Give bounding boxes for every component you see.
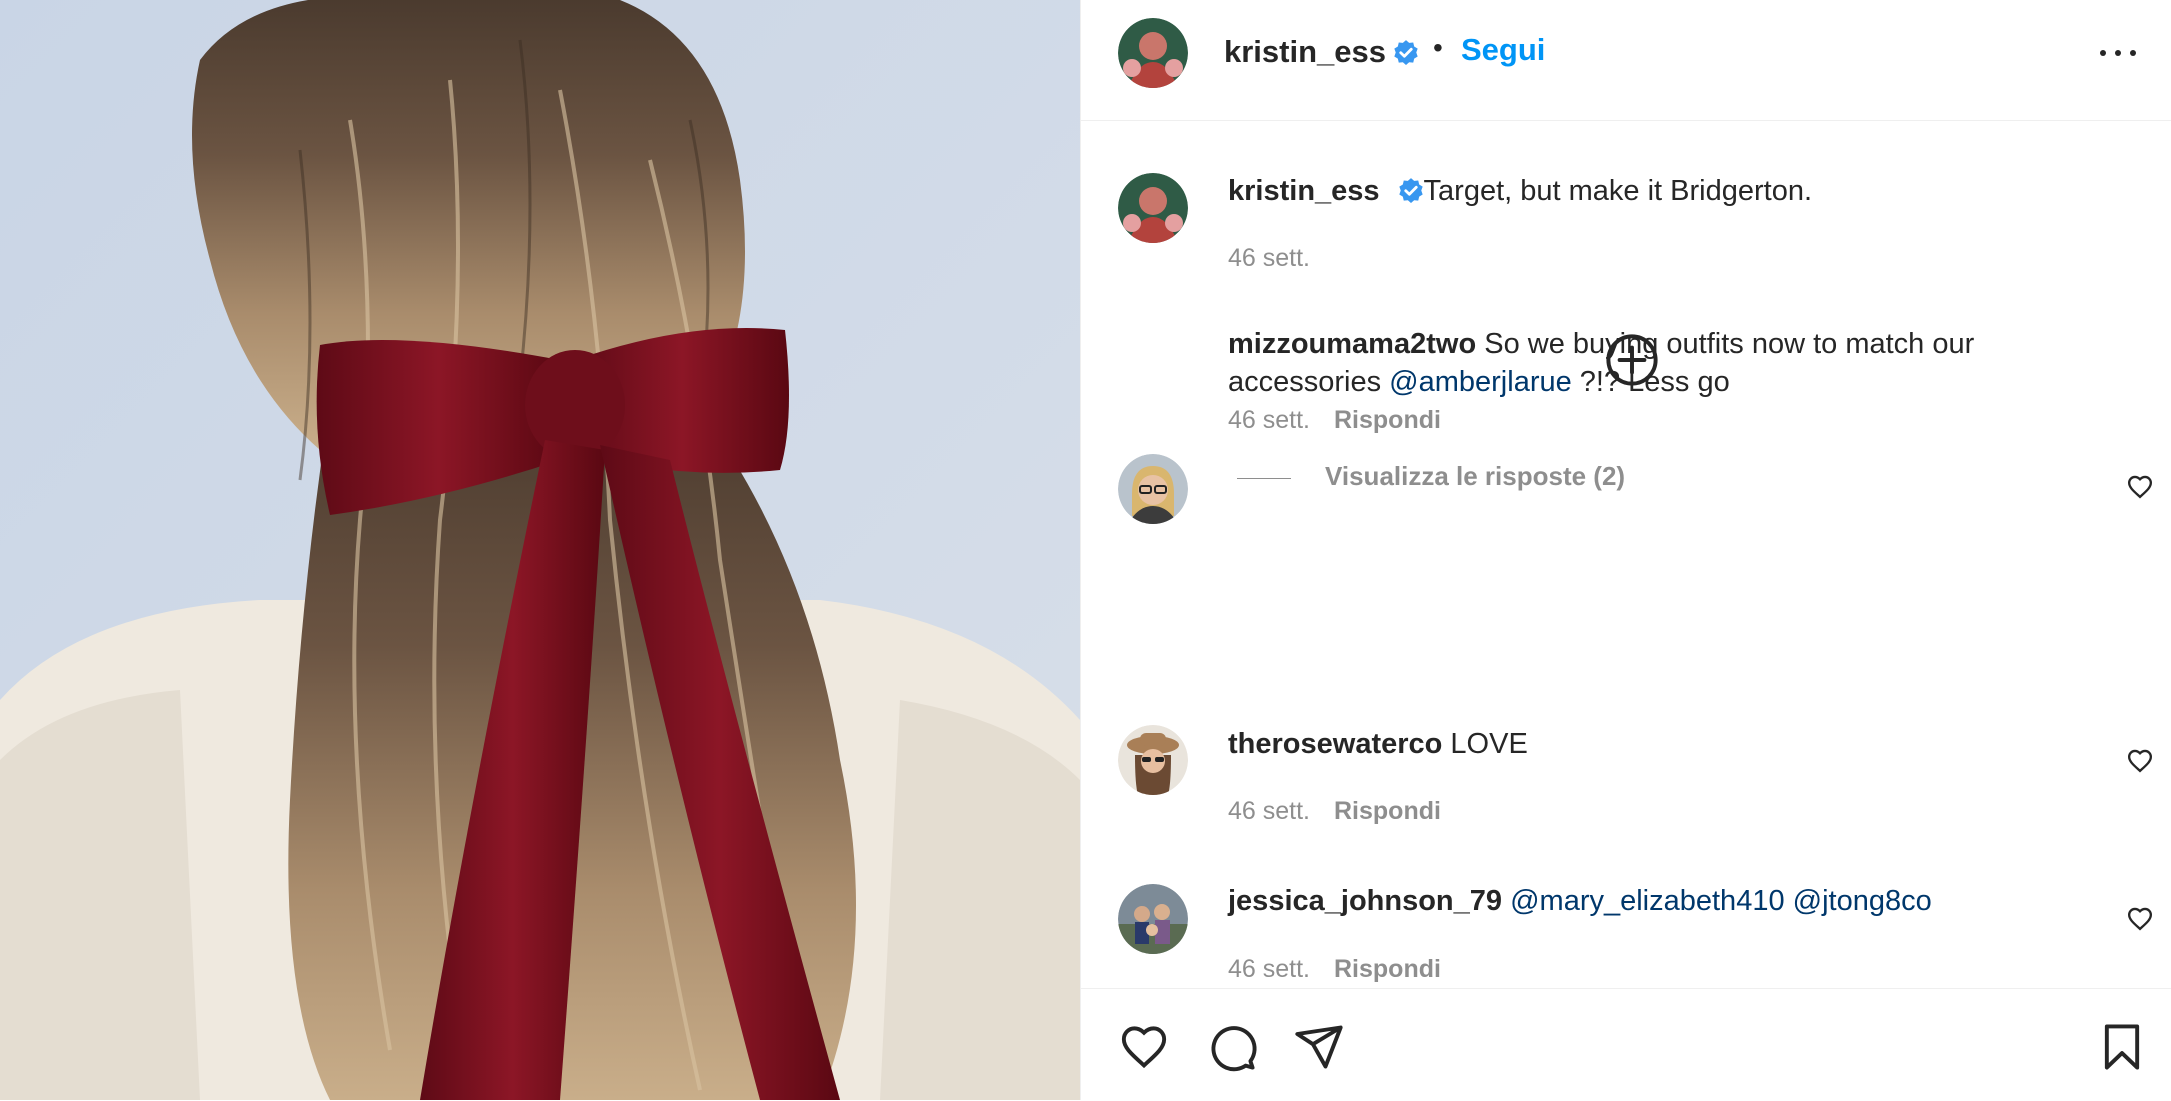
comment-username[interactable]: jessica_johnson_79 bbox=[1228, 885, 1502, 917]
replies-divider bbox=[1237, 477, 1291, 479]
more-options-icon[interactable] bbox=[2098, 38, 2138, 68]
comment-timestamp: 46 sett. bbox=[1228, 797, 1310, 825]
comment-username[interactable]: therosewaterco bbox=[1228, 728, 1442, 760]
reply-button[interactable]: Rispondi bbox=[1334, 955, 1441, 983]
commenter-avatar[interactable] bbox=[1118, 454, 1188, 524]
comment-username[interactable]: mizzoumama2two bbox=[1228, 328, 1476, 360]
heart-icon[interactable] bbox=[1118, 1021, 1170, 1073]
comments-list[interactable]: kristin_ess Target, but make it Bridgerto… bbox=[1081, 121, 2171, 988]
commenter-avatar[interactable] bbox=[1118, 884, 1188, 954]
mention-link[interactable]: @jtong8co bbox=[1793, 885, 1932, 917]
comment-text: mizzoumama2two So we buying outfits now … bbox=[1228, 325, 2088, 401]
commenter-avatar[interactable] bbox=[1118, 725, 1188, 795]
heart-icon[interactable] bbox=[2126, 473, 2154, 501]
post-header: kristin_ess • Segui bbox=[1081, 0, 2171, 121]
follow-button[interactable]: Segui bbox=[1461, 32, 1545, 68]
comment-icon[interactable] bbox=[1206, 1021, 1258, 1073]
bookmark-icon[interactable] bbox=[2096, 1021, 2148, 1073]
comment-body-end: ?!? Less go bbox=[1571, 366, 1730, 398]
heart-icon[interactable] bbox=[2126, 747, 2154, 775]
comment-timestamp: 46 sett. bbox=[1228, 406, 1310, 434]
author-avatar[interactable] bbox=[1118, 18, 1188, 88]
comment-text: jessica_johnson_79 @mary_elizabeth410 @j… bbox=[1228, 882, 2088, 920]
reply-button[interactable]: Rispondi bbox=[1334, 797, 1441, 825]
post-photo bbox=[0, 0, 1080, 1100]
comment-body: LOVE bbox=[1450, 728, 1528, 760]
view-replies-button[interactable]: Visualizza le risposte (2) bbox=[1237, 461, 1625, 492]
view-replies-label: Visualizza le risposte (2) bbox=[1325, 461, 1626, 491]
share-icon[interactable] bbox=[1293, 1021, 1345, 1073]
caption-text: kristin_ess Target, but make it Bridgerto… bbox=[1228, 172, 2108, 210]
caption-body: Target, but make it Bridgerton. bbox=[1423, 175, 1813, 207]
caption-timestamp: 46 sett. bbox=[1228, 244, 1310, 272]
heart-icon[interactable] bbox=[2126, 905, 2154, 933]
mention-link[interactable]: @mary_elizabeth410 bbox=[1510, 885, 1784, 917]
post-side-panel: kristin_ess • Segui kristin_ess Target, b… bbox=[1080, 0, 2171, 1100]
verified-badge-icon bbox=[1392, 39, 1420, 67]
comment-timestamp: 46 sett. bbox=[1228, 955, 1310, 983]
mention-link[interactable]: @amberjlarue bbox=[1389, 366, 1572, 398]
caption-username[interactable]: kristin_ess bbox=[1228, 175, 1380, 207]
header-separator: • bbox=[1433, 32, 1443, 63]
verified-badge-icon bbox=[1397, 177, 1425, 205]
author-username[interactable]: kristin_ess bbox=[1224, 34, 1386, 70]
caption-author-avatar[interactable] bbox=[1118, 173, 1188, 243]
comment-meta: 46 sett. Rispondi bbox=[1228, 955, 1441, 984]
reply-button[interactable]: Rispondi bbox=[1334, 406, 1441, 434]
post-action-bar bbox=[1081, 988, 2171, 1101]
comment-meta: 46 sett. Rispondi bbox=[1228, 406, 1441, 435]
comment-text: therosewaterco LOVE bbox=[1228, 725, 2088, 763]
comment-meta: 46 sett. Rispondi bbox=[1228, 797, 1441, 826]
